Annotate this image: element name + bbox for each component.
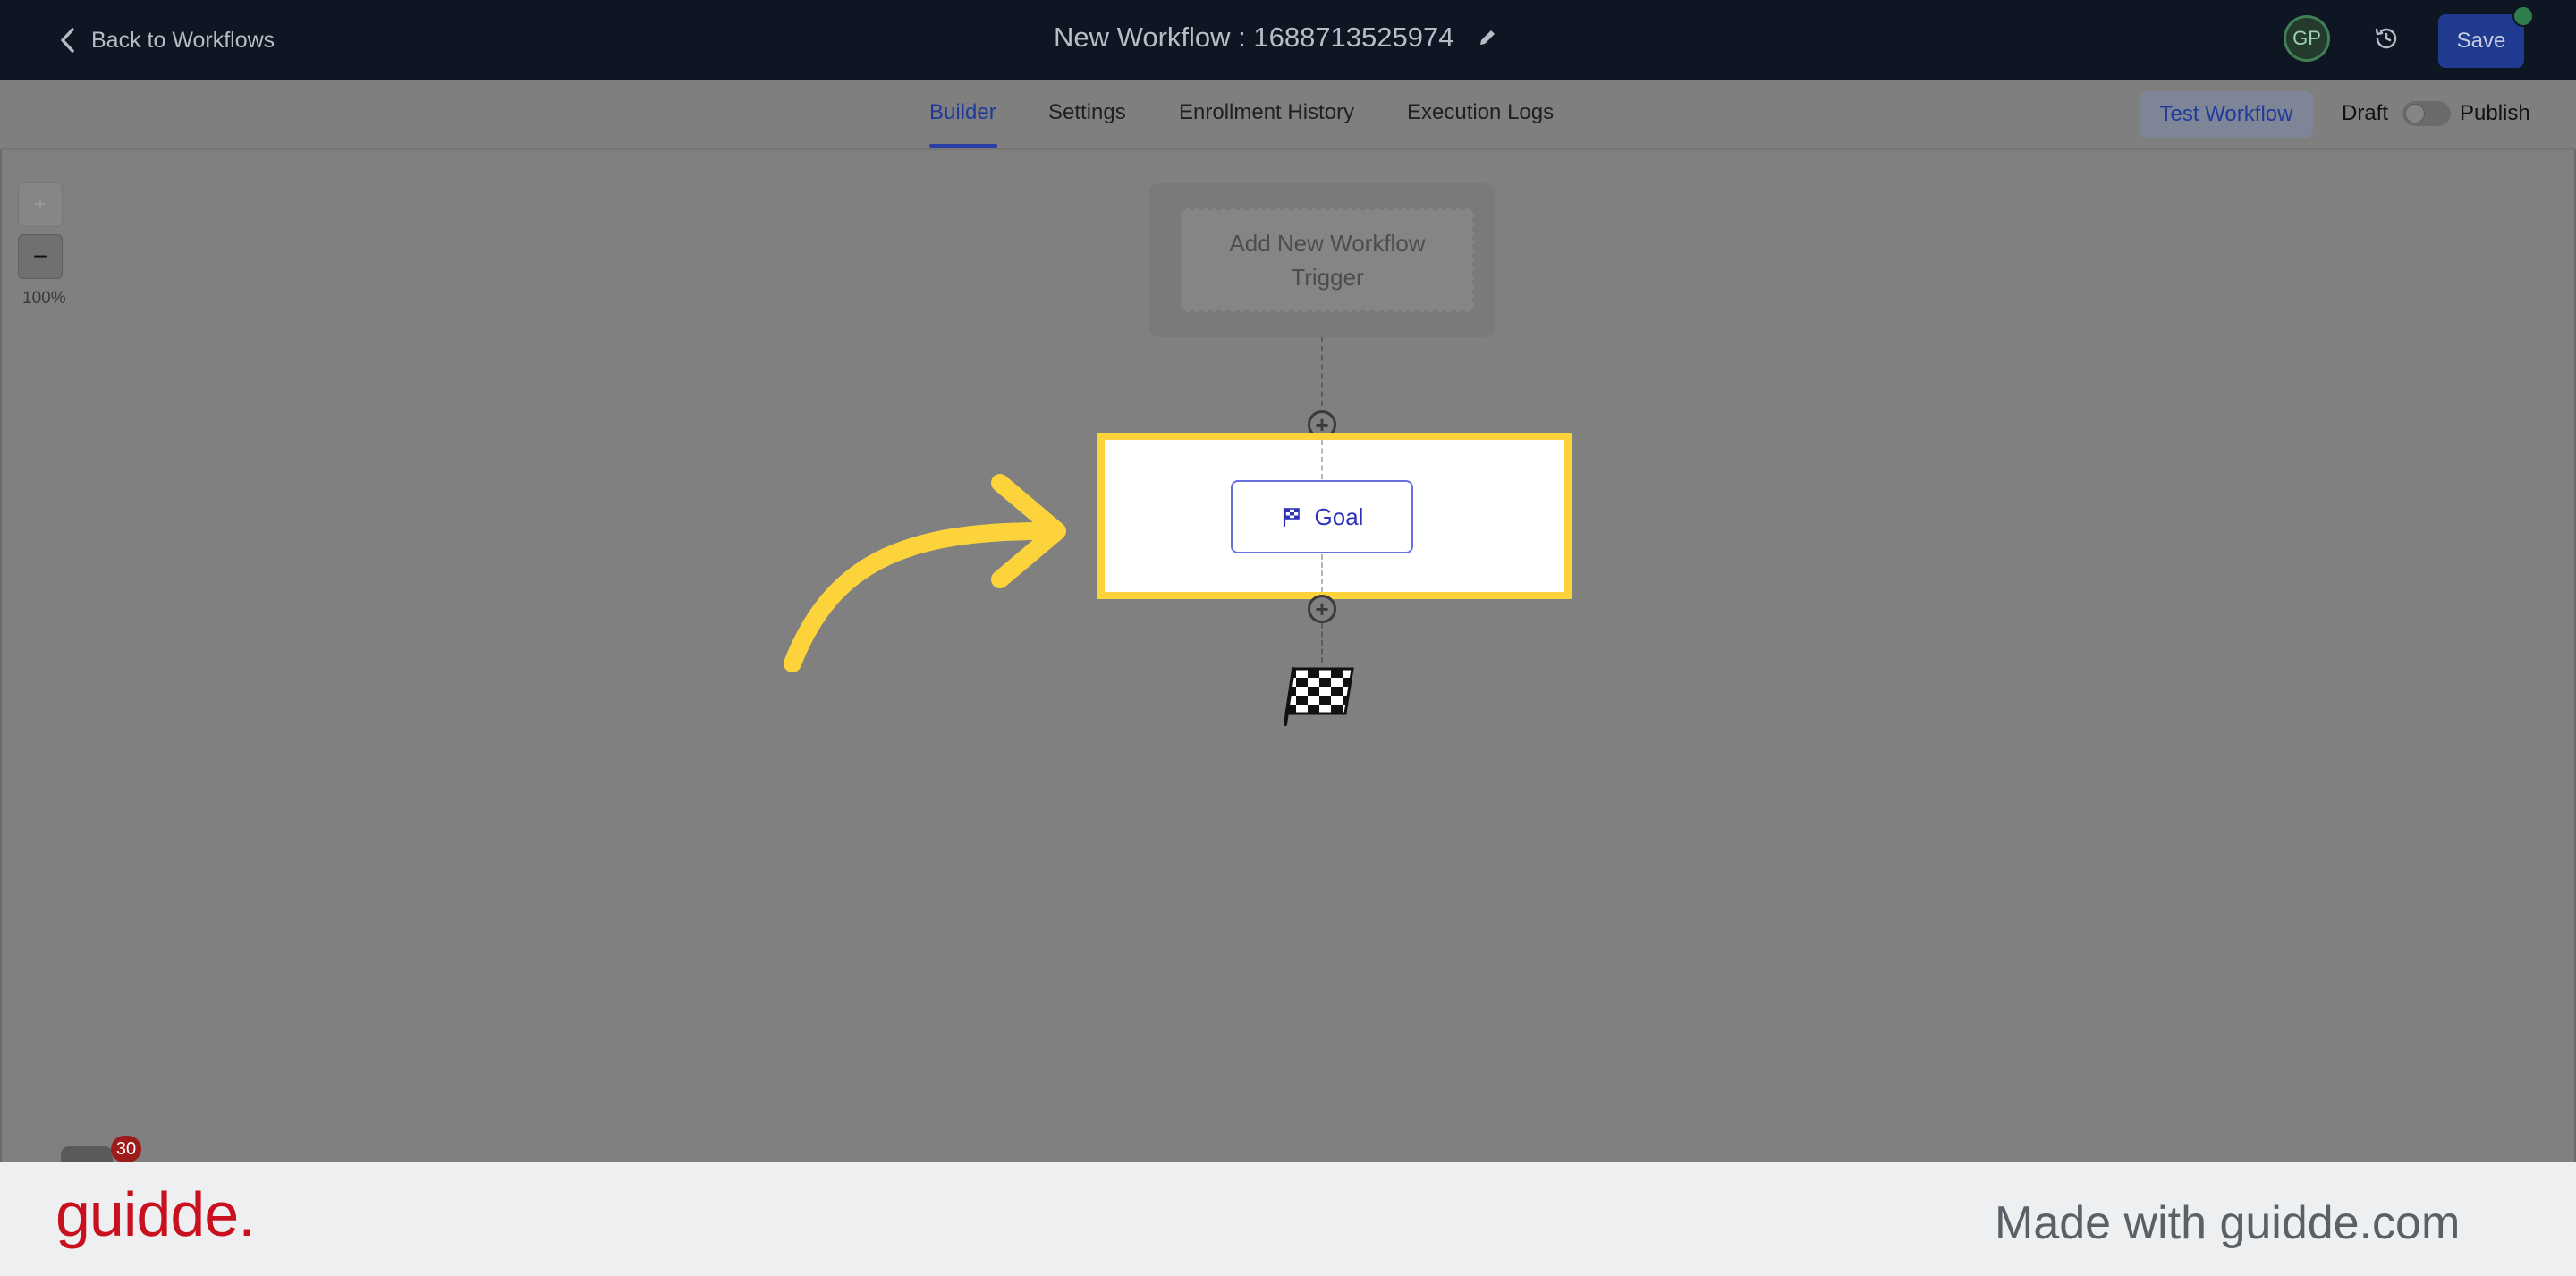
add-step-symbol: + (1315, 595, 1329, 622)
add-trigger-label: Add New Workflow Trigger (1229, 230, 1426, 291)
back-link-label: Back to Workflows (91, 27, 275, 53)
back-to-workflows-link[interactable]: Back to Workflows (59, 27, 275, 54)
test-workflow-button[interactable]: Test Workflow (2140, 91, 2313, 138)
notification-count: 30 (115, 1138, 137, 1159)
add-trigger-button[interactable]: Add New Workflow Trigger (1181, 208, 1474, 312)
notification-tab[interactable] (61, 1146, 113, 1162)
workflow-title: New Workflow : 1688713525974 (1054, 21, 1454, 53)
guidde-logo: guidde. (55, 1179, 256, 1249)
top-bar: Back to Workflows New Workflow : 1688713… (0, 0, 2576, 80)
test-workflow-label: Test Workflow (2159, 102, 2293, 126)
connector-line (1321, 623, 1323, 663)
tab-settings[interactable]: Settings (1048, 100, 1126, 125)
zoom-out-button[interactable]: − (18, 234, 63, 279)
pencil-icon[interactable] (1478, 28, 1497, 47)
tab-builder[interactable]: Builder (929, 100, 996, 125)
made-with-text: Made with guidde.com (1995, 1197, 2461, 1249)
save-button[interactable]: Save (2438, 14, 2524, 68)
checkered-flag-icon (1283, 507, 1300, 528)
tab-enrollment-history[interactable]: Enrollment History (1179, 100, 1354, 125)
add-step-button[interactable]: + (1308, 595, 1336, 623)
pointer-arrow-icon (784, 474, 1066, 672)
notification-badge[interactable]: 30 (111, 1136, 141, 1162)
connector-line (1321, 440, 1323, 479)
chevron-left-icon (61, 28, 74, 53)
avatar-initials: GP (2292, 27, 2321, 49)
status-dot (2512, 5, 2534, 27)
zoom-in-button[interactable]: + (18, 182, 63, 227)
toggle-knob (2405, 104, 2425, 123)
save-button-label: Save (2456, 29, 2506, 53)
goal-step-button[interactable]: Goal (1231, 480, 1413, 553)
history-clock-icon[interactable] (2372, 24, 2401, 53)
workflow-title-group: New Workflow : 1688713525974 (1054, 21, 1497, 54)
user-avatar[interactable]: GP (2284, 15, 2330, 62)
publish-label: Publish (2460, 101, 2530, 125)
finish-flag-icon (1284, 667, 1354, 726)
connector-line (1321, 554, 1323, 592)
active-tab-indicator (929, 144, 997, 148)
draft-label: Draft (2342, 101, 2389, 125)
goal-step-label: Goal (1314, 503, 1364, 530)
tab-execution-logs[interactable]: Execution Logs (1407, 100, 1554, 125)
zoom-level: 100% (22, 289, 66, 308)
publish-toggle[interactable] (2402, 101, 2451, 126)
